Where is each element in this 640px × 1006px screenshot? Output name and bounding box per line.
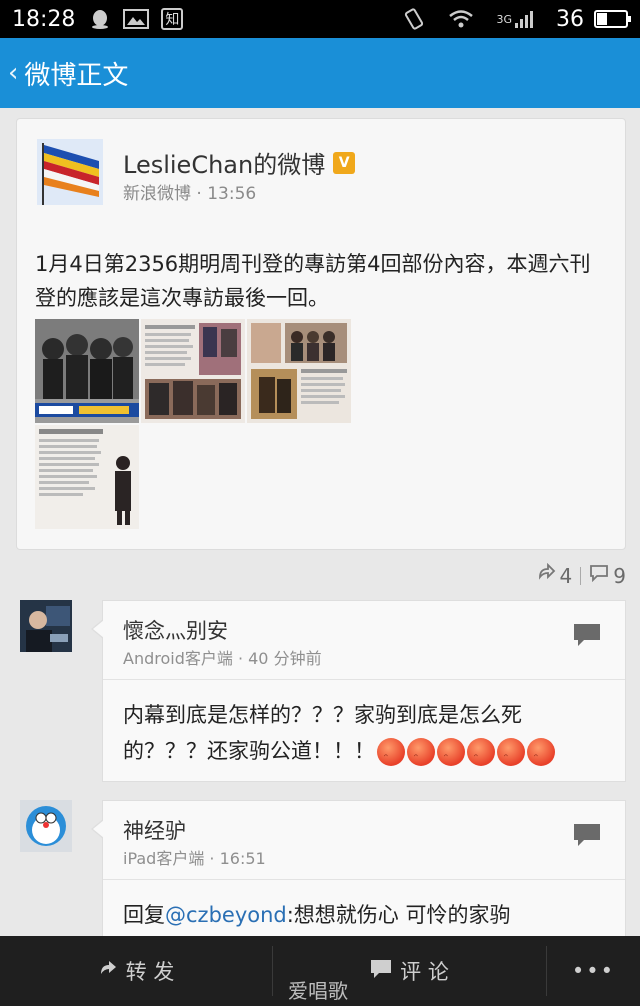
angry-emoji-icon (377, 738, 405, 777)
wifi-icon (448, 9, 474, 29)
zhihu-icon: 知 (161, 8, 184, 30)
commenter-name[interactable]: 神经驴 (123, 815, 186, 845)
vibrate-icon (402, 7, 426, 31)
battery-level: 36 (556, 6, 584, 32)
comment-card-2[interactable]: 神经驴 iPad客户端 · 16:51 回复@czbeyond:想想就伤心 可怜… (91, 800, 626, 940)
clock: 18:28 (12, 6, 76, 32)
post-stats: 4 9 (536, 562, 626, 588)
comment-count[interactable]: 9 (613, 564, 626, 588)
mention-link[interactable]: @czbeyond (165, 903, 287, 927)
repost-label: 转 发 (125, 960, 175, 984)
author-name-text: LeslieChan的微博 (123, 151, 326, 179)
repost-icon (536, 562, 556, 588)
comment-text-body: :想想就伤心 可怜的家驹 (286, 903, 511, 927)
page-title: 微博正文 (24, 60, 129, 91)
watermark: 爱唱歌 (288, 979, 348, 1003)
comment-divider (103, 679, 625, 680)
more-button[interactable]: ••• (547, 936, 640, 1006)
reply-icon[interactable] (573, 823, 601, 846)
angry-emoji-icon (497, 738, 525, 777)
status-bar: 18:28 知 3G 36 (0, 0, 640, 38)
battery-icon (594, 10, 631, 28)
commenter-avatar-1[interactable] (20, 600, 72, 652)
qq-icon (89, 8, 111, 30)
author-name[interactable]: LeslieChan的微博 V (123, 145, 356, 180)
comment-text: 内幕到底是怎样的？？？家驹到底是怎么死的？？？还家驹公道！！！ (123, 697, 603, 777)
author-avatar[interactable] (37, 139, 103, 205)
signal-icon: 3G (496, 9, 534, 29)
repost-button[interactable]: 转 发 (0, 936, 272, 1006)
comment-meta: Android客户端 · 40 分钟前 (123, 649, 322, 668)
angry-emoji-icon (467, 738, 495, 777)
more-icon: ••• (571, 959, 616, 983)
commenter-name[interactable]: 懷念灬别安 (123, 615, 228, 645)
angry-emoji-icon (437, 738, 465, 777)
commenter-avatar-2[interactable] (20, 800, 72, 852)
back-button[interactable]: ‹ (8, 58, 18, 88)
top-nav-bar: ‹ 微博正文 (0, 38, 640, 108)
post-source-time: 新浪微博 · 13:56 (123, 184, 257, 204)
post-image-1[interactable] (35, 319, 139, 423)
comment-card-1[interactable]: 懷念灬别安 Android客户端 · 40 分钟前 内幕到底是怎样的？？？家驹到… (91, 600, 626, 782)
comment-label: 评 论 (400, 960, 449, 984)
comment-meta: iPad客户端 · 16:51 (123, 849, 266, 868)
comment-bubble-icon (370, 959, 392, 984)
stats-divider (580, 566, 582, 585)
post-image-4[interactable] (35, 425, 139, 529)
comment-count-icon (589, 564, 609, 587)
verified-badge: V (333, 151, 356, 174)
reply-icon[interactable] (573, 623, 601, 646)
weibo-post-card: LeslieChan的微博 V 新浪微博 · 13:56 1月4日第2356期明… (16, 118, 626, 550)
image-icon (123, 9, 150, 29)
emoji-row (375, 738, 555, 777)
comment-text: 回复@czbeyond:想想就伤心 可怜的家驹 (123, 897, 603, 933)
repost-count[interactable]: 4 (560, 564, 573, 588)
comment-divider (103, 879, 625, 880)
angry-emoji-icon (407, 738, 435, 777)
post-text: 1月4日第2356期明周刊登的專訪第4回部份內容，本週六刊登的應該是這次專訪最後… (35, 252, 591, 310)
comment-reply-prefix: 回复 (123, 903, 165, 927)
post-image-2[interactable] (141, 319, 245, 423)
post-image-3[interactable] (247, 319, 351, 423)
repost-arrow-icon (98, 959, 118, 984)
angry-emoji-icon (527, 738, 555, 777)
